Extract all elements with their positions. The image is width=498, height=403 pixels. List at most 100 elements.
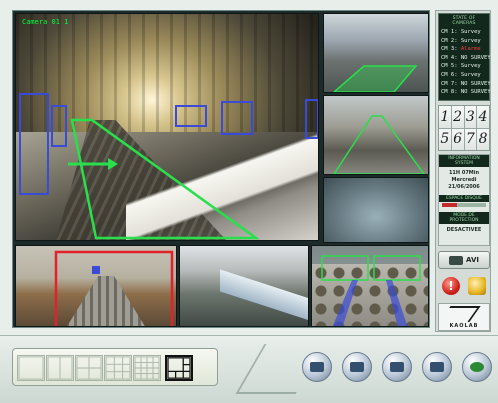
action-buttons — [302, 352, 492, 382]
disk-space-bar — [442, 203, 486, 207]
camera-id: CM 2: — [441, 37, 458, 44]
camera-select-button-2[interactable]: 2 — [451, 106, 464, 128]
camera-select-button-5[interactable]: 5 — [439, 128, 451, 150]
camera-status: Survey — [460, 71, 481, 78]
layout-button-3x3[interactable] — [104, 355, 132, 381]
camera-label: Camera 01 1 — [22, 18, 69, 26]
camera-id: CM 7: — [441, 80, 458, 87]
camera-select-button-1[interactable]: 1 — [439, 106, 451, 128]
camera-feed-track-alarm[interactable] — [15, 245, 177, 327]
camera-icon — [310, 362, 324, 372]
detection-box-object — [92, 266, 100, 274]
record-button[interactable] — [382, 352, 412, 382]
detection-overlay — [321, 255, 421, 326]
camera-feed-hall[interactable] — [311, 245, 429, 327]
camera-status: NO SURVEY — [460, 54, 491, 61]
camera-status: Survey — [460, 37, 481, 44]
detection-zone — [333, 115, 425, 174]
layout-2x2-icon — [76, 356, 102, 380]
video-wall: Camera 01 1 — [12, 10, 430, 328]
layout-button-1-plus-7[interactable] — [165, 355, 193, 381]
detection-box-person — [221, 101, 253, 135]
detection-overlay — [54, 250, 174, 326]
avi-label: AVI — [466, 256, 479, 264]
camera-button[interactable] — [302, 352, 332, 382]
camera-status-row[interactable]: CM 8: NO SURVEY — [441, 88, 491, 97]
camera-id: CM 8: — [441, 89, 458, 96]
camera-status-row[interactable]: CM 1: Survey — [441, 28, 487, 37]
layout-button-1x2[interactable] — [46, 355, 74, 381]
settings-button[interactable] — [462, 352, 492, 382]
layout-button-4x4[interactable] — [133, 355, 161, 381]
playback-button[interactable] — [422, 352, 452, 382]
alarm-box — [54, 250, 174, 326]
camera-select-button-4[interactable]: 4 — [477, 106, 489, 128]
detection-zone — [332, 65, 418, 92]
disk-space-fill — [442, 203, 458, 207]
camera-status-row[interactable]: CM 2: Survey — [441, 37, 487, 46]
record-icon — [390, 362, 404, 372]
camera-feed-rail-yard[interactable] — [323, 95, 429, 175]
camera-feed-plaza[interactable] — [323, 177, 429, 243]
system-time: 11H 07Min — [448, 170, 480, 176]
motion-arrow-head — [108, 158, 118, 170]
detection-overlay — [333, 115, 425, 174]
detection-box-person — [19, 93, 49, 195]
camera-id: CM 5: — [441, 63, 458, 70]
camera-status: NO SURVEY — [460, 89, 491, 96]
settings-icon — [470, 362, 484, 372]
playback-icon — [430, 362, 444, 372]
layout-selector — [12, 348, 218, 386]
layout-1x2-icon — [47, 356, 73, 380]
camera-select-button-7[interactable]: 7 — [464, 128, 477, 150]
system-info-heading: INFORMATION SYSTEM — [439, 155, 489, 167]
camera-status: Survey — [460, 63, 481, 70]
layout-button-1x1[interactable] — [17, 355, 45, 381]
main-camera-feed[interactable]: Camera 01 1 — [15, 13, 319, 241]
camera-id: CM 6: — [441, 71, 458, 78]
zoom-button[interactable] — [342, 352, 372, 382]
camera-feed-train[interactable] — [179, 245, 309, 327]
camera-status-row[interactable]: CM 6: Survey — [441, 71, 487, 80]
alarm-icon[interactable]: ! — [442, 277, 460, 295]
detection-overlay — [332, 65, 418, 92]
layout-3x3-icon — [105, 356, 131, 380]
alert-controls: ! — [438, 273, 490, 299]
camera-status: NO SURVEY — [460, 80, 491, 87]
layout-4x4-icon — [134, 356, 160, 380]
system-date: Mercredi 21/06/2006 — [448, 177, 480, 190]
logo: KAOLAB — [438, 303, 490, 331]
camera-select-button-8[interactable]: 8 — [477, 128, 489, 150]
train — [220, 269, 308, 321]
disk-space-heading: ESPACE DISQUE — [439, 195, 489, 202]
avi-export-button[interactable]: AVI — [438, 251, 490, 269]
camera-id: CM 3: — [441, 46, 458, 53]
camera-select-button-6[interactable]: 6 — [451, 128, 464, 150]
zoom-icon — [350, 362, 364, 372]
walkway-zone — [386, 280, 408, 326]
camera-id: CM 1: — [441, 29, 458, 35]
layout-button-2x2[interactable] — [75, 355, 103, 381]
detection-box-person — [175, 105, 207, 127]
detection-box-entrance — [321, 255, 369, 281]
camera-status-row[interactable]: CM 7: NO SURVEY — [441, 80, 491, 89]
detection-box-entrance — [373, 255, 421, 281]
camera-status-row[interactable]: CM 3: Alarme — [441, 45, 487, 54]
bottom-toolbar — [0, 335, 498, 403]
camera-status-heading: STATE OF CAMERAS — [452, 16, 476, 26]
camera-status-alarm: Alarme — [460, 46, 481, 53]
camera-select-keypad: 1 2 3 4 5 6 7 8 — [438, 105, 490, 151]
layout-1-plus-7-icon — [167, 357, 191, 379]
camera-feed-tunnel[interactable] — [323, 13, 429, 93]
key-icon[interactable] — [468, 277, 486, 295]
walkway-zone — [332, 280, 358, 326]
protection-mode-heading: MODE DE PROTECTION — [439, 212, 489, 224]
camera-select-button-3[interactable]: 3 — [464, 106, 477, 128]
camera-status-list: STATE OF CAMERAS CM 1: Survey CM 2: Surv… — [438, 13, 491, 101]
control-panel: STATE OF CAMERAS CM 1: Survey CM 2: Surv… — [435, 10, 491, 332]
system-info-panel: INFORMATION SYSTEM 11H 07Min Mercredi 21… — [438, 154, 490, 246]
layout-1x1-icon — [18, 356, 44, 380]
camera-status-row[interactable]: CM 4: NO SURVEY — [441, 54, 491, 63]
camera-status-row[interactable]: CM 5: Survey — [441, 62, 487, 71]
film-icon — [449, 255, 464, 265]
